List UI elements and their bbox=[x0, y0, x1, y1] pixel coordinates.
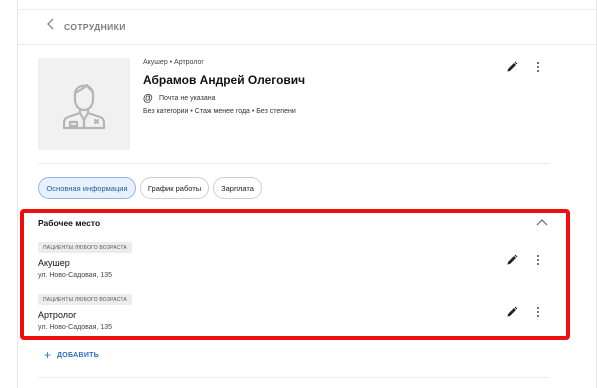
collapse-section-button[interactable] bbox=[535, 216, 549, 230]
tab-schedule[interactable]: График работы bbox=[140, 177, 209, 199]
employee-meta: Без категории • Стаж менее года • Без ст… bbox=[143, 108, 296, 115]
add-workplace-button[interactable]: + ДОБАВИТЬ bbox=[44, 348, 100, 362]
email-row: @ Почта не указана bbox=[143, 93, 215, 104]
patient-age-badge: ПАЦИЕНТЫ ЛЮБОГО ВОЗРАСТА bbox=[38, 242, 132, 253]
pencil-icon bbox=[506, 60, 518, 78]
chevron-up-icon bbox=[535, 217, 549, 234]
workplace-role: Артролог bbox=[38, 310, 77, 320]
profile-more-button[interactable] bbox=[531, 62, 545, 76]
edit-profile-button[interactable] bbox=[505, 60, 519, 78]
edit-workplace-button[interactable] bbox=[505, 305, 519, 323]
employee-specialties: Акушер • Артролог bbox=[143, 59, 204, 66]
more-vertical-icon bbox=[532, 253, 544, 271]
tab-salary[interactable]: Зарплата bbox=[213, 177, 262, 199]
profile-divider bbox=[38, 163, 550, 164]
back-link-label: СОТРУДНИКИ bbox=[64, 21, 126, 32]
chevron-left-icon bbox=[44, 17, 58, 36]
employee-avatar bbox=[38, 58, 130, 150]
workplace-section-title: Рабочее место bbox=[38, 218, 101, 228]
more-vertical-icon bbox=[532, 305, 544, 323]
top-divider bbox=[17, 9, 597, 10]
employee-name: Абрамов Андрей Олегович bbox=[143, 73, 306, 87]
workplace-address: ул. Ново-Садовая, 135 bbox=[38, 272, 113, 279]
header-divider bbox=[17, 44, 597, 45]
email-text: Почта не указана bbox=[159, 95, 216, 102]
page-left-border bbox=[17, 0, 18, 388]
doctor-placeholder-icon bbox=[54, 72, 114, 137]
at-icon: @ bbox=[143, 93, 153, 104]
workplace-more-button[interactable] bbox=[531, 307, 545, 321]
pencil-icon bbox=[506, 253, 518, 271]
workplace-role: Акушер bbox=[38, 258, 70, 268]
workplace-more-button[interactable] bbox=[531, 255, 545, 269]
pencil-icon bbox=[506, 305, 518, 323]
workplace-address: ул. Ново-Садовая, 135 bbox=[38, 324, 113, 331]
bottom-divider bbox=[38, 377, 550, 378]
edit-workplace-button[interactable] bbox=[505, 253, 519, 271]
back-to-employees-link[interactable]: СОТРУДНИКИ bbox=[44, 17, 126, 36]
patient-age-badge: ПАЦИЕНТЫ ЛЮБОГО ВОЗРАСТА bbox=[38, 294, 132, 305]
tab-main-info[interactable]: Основная информация bbox=[38, 177, 136, 199]
more-vertical-icon bbox=[532, 60, 544, 78]
plus-icon: + bbox=[44, 348, 52, 362]
add-workplace-label: ДОБАВИТЬ bbox=[57, 351, 100, 359]
